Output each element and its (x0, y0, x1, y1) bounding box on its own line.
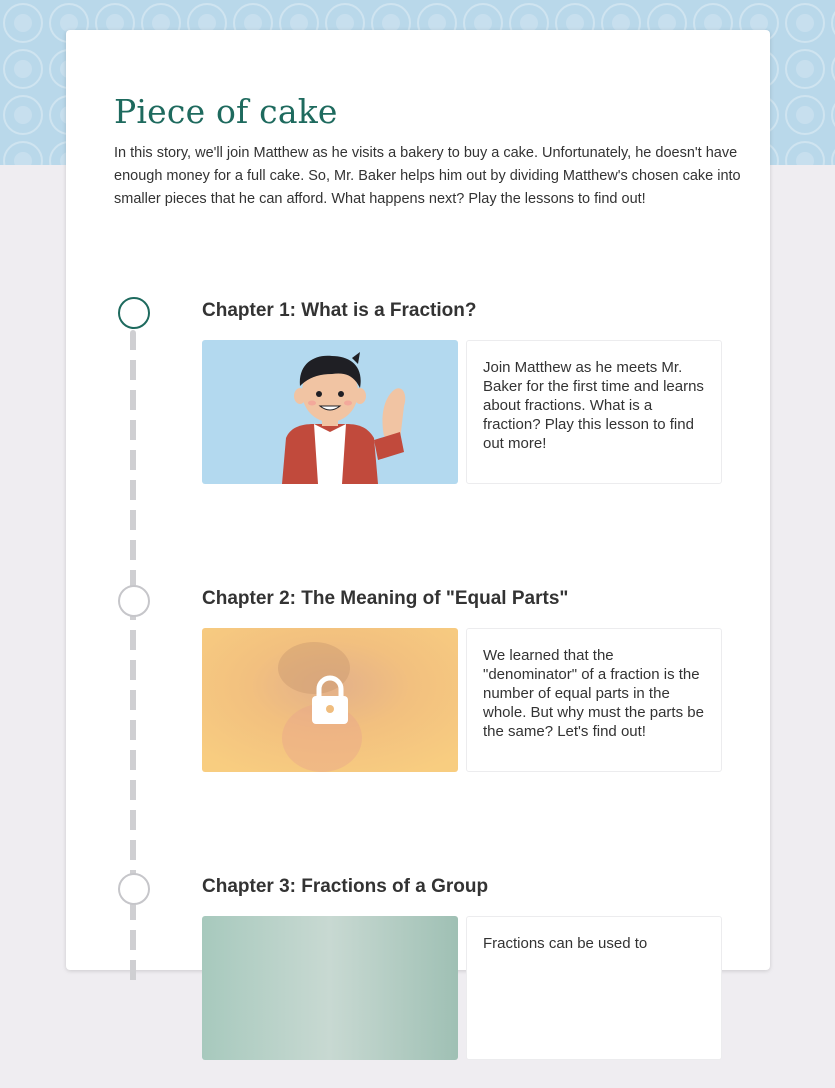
blurred-thumbnail-image (202, 916, 458, 1060)
chapter-3: Chapter 3: Fractions of a Group Fraction… (66, 873, 770, 1088)
chapter-2-thumbnail[interactable] (202, 628, 458, 772)
chapter-1: Chapter 1: What is a Fraction? Join Matt… (66, 297, 770, 512)
chapter-2-node (118, 585, 150, 617)
chapter-3-thumbnail[interactable] (202, 916, 458, 1060)
chapter-1-node (118, 297, 150, 329)
chapter-2-title[interactable]: Chapter 2: The Meaning of "Equal Parts" (202, 588, 568, 610)
lock-icon (306, 672, 354, 728)
chapter-1-description: Join Matthew as he meets Mr. Baker for t… (466, 340, 722, 484)
chapter-1-title[interactable]: Chapter 1: What is a Fraction? (202, 300, 476, 322)
story-title: Piece of cake (114, 92, 338, 131)
chapter-3-description: Fractions can be used to (466, 916, 722, 1060)
story-description: In this story, we'll join Matthew as he … (114, 145, 741, 207)
matthew-waving-illustration-icon (202, 340, 458, 484)
chapter-3-title[interactable]: Chapter 3: Fractions of a Group (202, 876, 488, 898)
story-card: Piece of cake In this story, we'll join … (66, 30, 770, 1060)
chapter-2: Chapter 2: The Meaning of "Equal Parts" (66, 585, 770, 800)
chapter-2-description: We learned that the "denominator" of a f… (466, 628, 722, 772)
chapter-3-node (118, 873, 150, 905)
chapter-1-thumbnail[interactable] (202, 340, 458, 484)
